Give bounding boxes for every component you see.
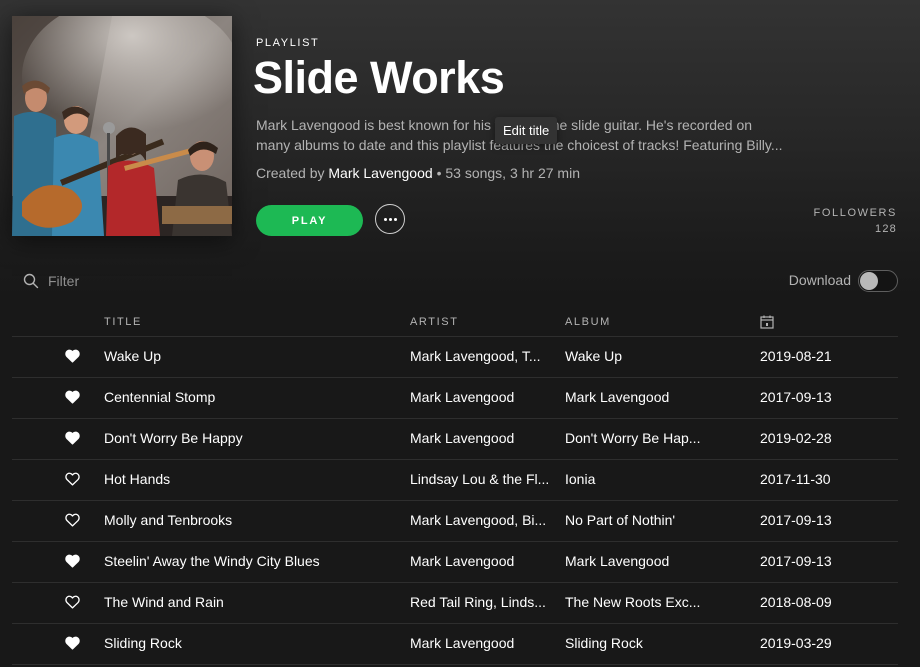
- track-row[interactable]: The Wind and Rain Red Tail Ring, Linds..…: [12, 583, 898, 624]
- heart-icon[interactable]: [65, 595, 80, 609]
- track-row[interactable]: Hot Hands Lindsay Lou & the Fl... Ionia …: [12, 460, 898, 501]
- track-date-added: 2017-09-13: [760, 389, 832, 405]
- track-artist[interactable]: Mark Lavengood: [410, 430, 555, 446]
- track-title: Don't Worry Be Happy: [104, 430, 243, 446]
- track-date-added: 2019-08-21: [760, 348, 832, 364]
- track-table: TITLE ARTIST ALBUM Wake Up Mark Lavengoo…: [12, 306, 898, 665]
- track-row[interactable]: Sliding Rock Mark Lavengood Sliding Rock…: [12, 624, 898, 665]
- column-header-date[interactable]: [760, 315, 774, 332]
- column-header-title[interactable]: TITLE: [104, 316, 142, 328]
- track-album[interactable]: Wake Up: [565, 348, 710, 364]
- track-row[interactable]: Molly and Tenbrooks Mark Lavengood, Bi..…: [12, 501, 898, 542]
- created-by-label: Created by: [256, 165, 325, 181]
- track-date-added: 2017-11-30: [760, 471, 831, 487]
- search-icon: [23, 273, 39, 289]
- track-album[interactable]: Don't Worry Be Hap...: [565, 430, 710, 446]
- track-album[interactable]: Sliding Rock: [565, 635, 710, 651]
- more-dot: [389, 218, 392, 221]
- filter-input[interactable]: [48, 270, 228, 292]
- play-button[interactable]: PLAY: [256, 205, 363, 236]
- heart-icon[interactable]: [65, 390, 80, 404]
- track-row[interactable]: Don't Worry Be Happy Mark Lavengood Don'…: [12, 419, 898, 460]
- track-title: Sliding Rock: [104, 635, 182, 651]
- track-album[interactable]: Mark Lavengood: [565, 553, 710, 569]
- track-row[interactable]: Wake Up Mark Lavengood, T... Wake Up 201…: [12, 337, 898, 378]
- playlist-type-label: PLAYLIST: [256, 37, 320, 49]
- track-title: The Wind and Rain: [104, 594, 224, 610]
- track-album[interactable]: No Part of Nothin': [565, 512, 710, 528]
- heart-icon[interactable]: [65, 513, 80, 527]
- more-dot: [384, 218, 387, 221]
- playlist-title[interactable]: Slide Works: [253, 52, 505, 104]
- download-toggle[interactable]: [858, 270, 898, 292]
- track-title: Hot Hands: [104, 471, 171, 487]
- calendar-icon: [760, 315, 774, 329]
- column-header-artist[interactable]: ARTIST: [410, 316, 459, 328]
- playlist-meta: Created by Mark Lavengood • 53 songs, 3 …: [256, 165, 580, 181]
- track-album[interactable]: Mark Lavengood: [565, 389, 710, 405]
- table-header: TITLE ARTIST ALBUM: [12, 306, 898, 337]
- more-options-button[interactable]: [375, 204, 405, 234]
- owner-link[interactable]: Mark Lavengood: [328, 165, 432, 181]
- track-date-added: 2017-09-13: [760, 553, 832, 569]
- followers-label: FOLLOWERS: [813, 207, 897, 219]
- heart-icon[interactable]: [65, 636, 80, 650]
- followers-count: 128: [875, 223, 897, 235]
- heart-icon[interactable]: [65, 554, 80, 568]
- heart-icon[interactable]: [65, 431, 80, 445]
- track-artist[interactable]: Red Tail Ring, Linds...: [410, 594, 555, 610]
- heart-icon[interactable]: [65, 349, 80, 363]
- more-dot: [394, 218, 397, 221]
- edit-title-tooltip: Edit title: [495, 117, 558, 144]
- track-album[interactable]: Ionia: [565, 471, 710, 487]
- track-date-added: 2019-03-29: [760, 635, 832, 651]
- track-album[interactable]: The New Roots Exc...: [565, 594, 710, 610]
- track-title: Molly and Tenbrooks: [104, 512, 233, 528]
- toggle-knob: [860, 272, 878, 290]
- track-list: Wake Up Mark Lavengood, T... Wake Up 201…: [12, 337, 898, 665]
- track-row[interactable]: Steelin' Away the Windy City Blues Mark …: [12, 542, 898, 583]
- track-date-added: 2017-09-13: [760, 512, 832, 528]
- playlist-stats: • 53 songs, 3 hr 27 min: [436, 165, 580, 181]
- download-label: Download: [788, 272, 851, 288]
- track-row[interactable]: Centennial Stomp Mark Lavengood Mark Lav…: [12, 378, 898, 419]
- track-title: Steelin' Away the Windy City Blues: [104, 553, 320, 569]
- track-artist[interactable]: Lindsay Lou & the Fl...: [410, 471, 555, 487]
- track-artist[interactable]: Mark Lavengood: [410, 389, 555, 405]
- track-title: Wake Up: [104, 348, 162, 364]
- column-header-album[interactable]: ALBUM: [565, 316, 611, 328]
- track-artist[interactable]: Mark Lavengood, Bi...: [410, 512, 555, 528]
- track-artist[interactable]: Mark Lavengood, T...: [410, 348, 555, 364]
- track-artist[interactable]: Mark Lavengood: [410, 553, 555, 569]
- track-date-added: 2019-02-28: [760, 430, 832, 446]
- track-artist[interactable]: Mark Lavengood: [410, 635, 555, 651]
- heart-icon[interactable]: [65, 472, 80, 486]
- playlist-cover-image[interactable]: [12, 16, 232, 236]
- track-date-added: 2018-08-09: [760, 594, 832, 610]
- track-title: Centennial Stomp: [104, 389, 216, 405]
